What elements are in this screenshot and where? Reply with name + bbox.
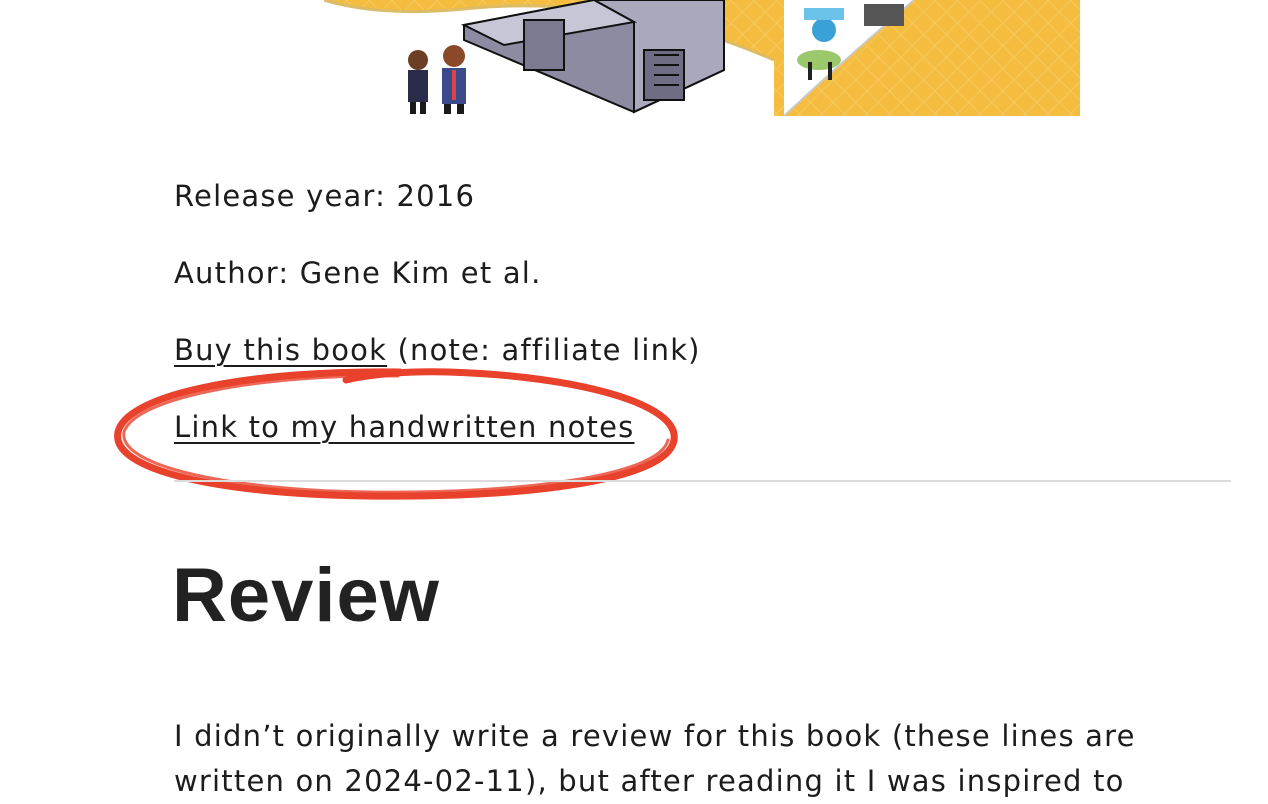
author-label: Author: Gene Kim et al.: [174, 256, 542, 290]
section-divider: [174, 480, 1231, 482]
buy-book-link[interactable]: Buy this book: [174, 333, 387, 367]
book-cover-image: [324, 0, 1080, 116]
buy-book-line: Buy this book (note: affiliate link): [174, 333, 701, 367]
handwritten-notes-line: Link to my handwritten notes: [174, 410, 634, 444]
affiliate-note: (note: affiliate link): [387, 333, 701, 367]
review-heading: Review: [172, 553, 440, 638]
handwritten-notes-link[interactable]: Link to my handwritten notes: [174, 410, 634, 444]
release-year-label: Release year: 2016: [174, 179, 476, 213]
review-paragraph: I didn’t originally write a review for t…: [174, 719, 1136, 798]
